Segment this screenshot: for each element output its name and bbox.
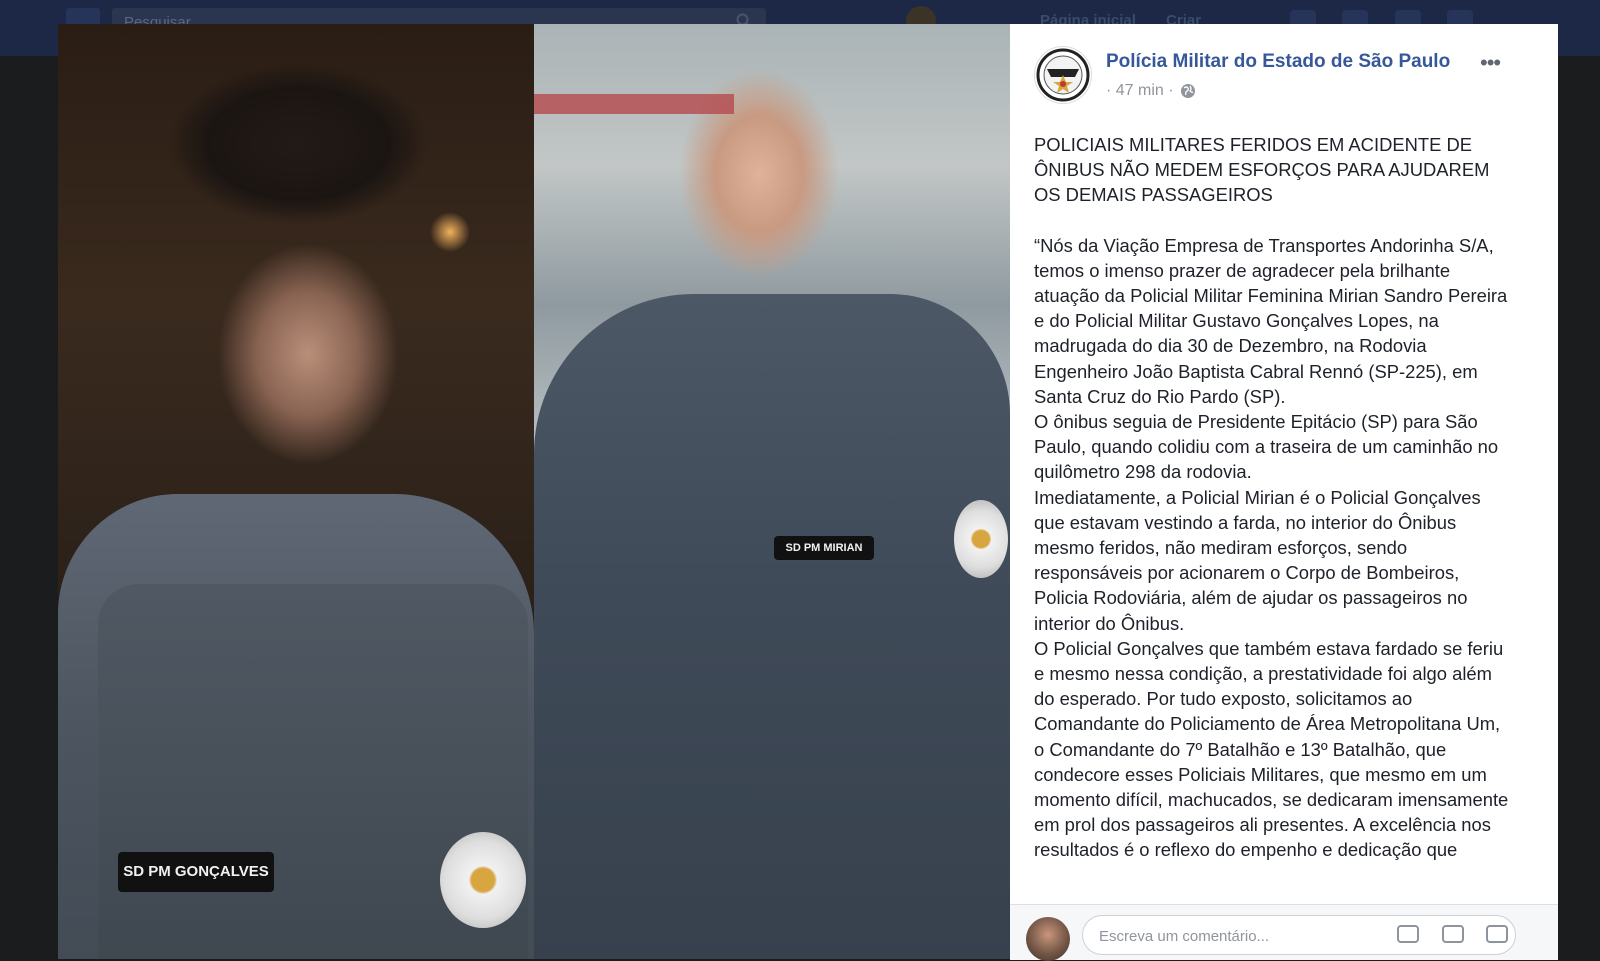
post-paragraph: O ônibus seguia de Presidente Epitácio (…	[1034, 411, 1499, 483]
comment-tools	[1379, 925, 1508, 948]
photo-viewer: SD PM GONÇALVES SD PM MIRIAN Polícia Mil…	[58, 24, 1558, 961]
emoji-icon[interactable]	[1397, 925, 1420, 943]
globe-icon[interactable]	[1180, 83, 1196, 99]
post-paragraph: O Policial Gonçalves que também estava f…	[1034, 637, 1509, 861]
name-tag: SD PM MIRIAN	[774, 536, 874, 560]
photo-officer-mirian[interactable]: SD PM MIRIAN	[534, 24, 1010, 959]
gif-icon[interactable]	[1486, 925, 1508, 943]
camera-icon[interactable]	[1441, 925, 1464, 943]
name-tag: SD PM GONÇALVES	[118, 852, 274, 892]
post-paragraph: Imediatamente, a Policial Mirian é o Pol…	[1034, 486, 1481, 634]
post-paragraph: “Nós da Viação Empresa de Transportes An…	[1034, 234, 1508, 407]
post-time[interactable]: 47 min	[1116, 82, 1164, 99]
post-body: POLICIAIS MILITARES FERIDOS EM ACIDENTE …	[1034, 132, 1514, 902]
more-options-icon[interactable]: •••	[1480, 50, 1501, 76]
police-badge-icon	[954, 500, 1008, 578]
page-name-link[interactable]: Polícia Militar do Estado de São Paulo	[1106, 51, 1450, 73]
post-heading: POLICIAIS MILITARES FERIDOS EM ACIDENTE …	[1034, 134, 1490, 206]
uniform-shape	[534, 294, 1010, 959]
comment-placeholder: Escreva um comentário...	[1099, 928, 1270, 945]
commenter-avatar	[1026, 917, 1070, 961]
pm-logo-icon	[1036, 48, 1090, 102]
vehicle-lightbar-shape	[534, 94, 734, 114]
page-avatar[interactable]	[1034, 46, 1092, 104]
meta-dot: ·	[1106, 82, 1112, 99]
post-panel: Polícia Militar do Estado de São Paulo •…	[1010, 24, 1558, 961]
photo-officer-goncalves[interactable]: SD PM GONÇALVES	[58, 24, 534, 959]
comment-bar: Escreva um comentário...	[1010, 904, 1558, 961]
meta-dot: ·	[1168, 82, 1174, 99]
police-badge-icon	[440, 832, 526, 928]
post-meta: · 47 min ·	[1106, 82, 1196, 100]
